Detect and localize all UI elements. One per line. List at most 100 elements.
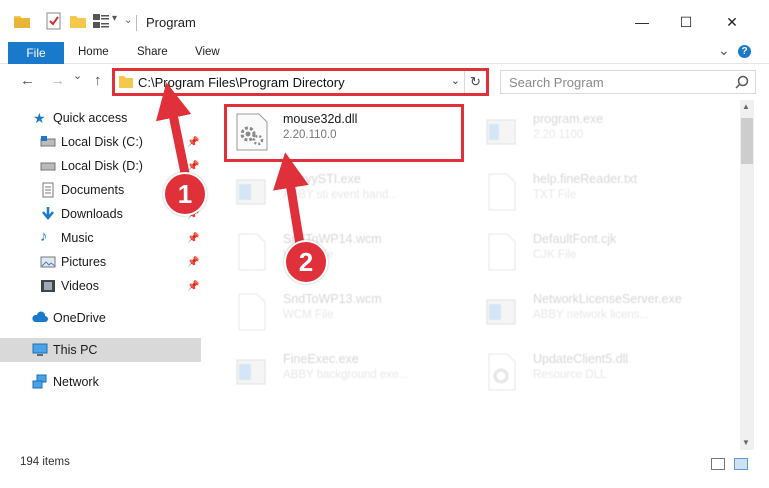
recent-locations-button[interactable]: ⌄: [73, 69, 82, 82]
window-title: Program: [146, 15, 196, 30]
expand-ribbon-icon[interactable]: ⌄: [718, 42, 730, 59]
scroll-down-icon[interactable]: ▼: [742, 438, 750, 447]
nav-label: Documents: [61, 183, 125, 197]
nav-label: Videos: [61, 279, 99, 293]
documents-icon: [42, 182, 54, 198]
step-1-badge: 1: [163, 172, 207, 216]
monitor-icon: [32, 343, 48, 356]
view-options-icon[interactable]: [93, 14, 109, 28]
file-item-program-exe[interactable]: program.exe 2.20.1100: [473, 106, 713, 156]
pin-icon: 📌: [187, 280, 200, 292]
file-name: help.fineReader.txt: [533, 172, 638, 186]
application-icon: [486, 119, 516, 145]
dropdown-arrow-icon[interactable]: ⌄: [124, 15, 132, 26]
pin-icon: 📌: [187, 256, 200, 268]
file-item-updateclient5-dll[interactable]: UpdateClient5.dll Resource DLL: [473, 346, 713, 396]
pictures-icon: [40, 256, 56, 268]
file-type: TXT File: [533, 189, 577, 201]
close-button[interactable]: ✕: [722, 12, 742, 32]
application-icon: [236, 179, 266, 205]
music-note-icon: ♪: [40, 228, 48, 245]
back-button[interactable]: ←: [20, 72, 35, 89]
file-name: SndToWP13.wcm: [283, 292, 382, 306]
pin-icon: 📌: [187, 136, 200, 148]
nav-label: Network: [53, 375, 99, 389]
file-type: CJK File: [533, 249, 577, 261]
tab-view[interactable]: View: [195, 46, 220, 58]
file-type: ABBY network licens...: [533, 309, 650, 321]
network-icon: [32, 374, 47, 389]
nav-item-local-disk-c[interactable]: Local Disk (C:) 📌: [0, 130, 201, 154]
nav-item-onedrive[interactable]: OneDrive: [0, 306, 201, 330]
file-name: FineExec.exe: [283, 352, 359, 366]
nav-label: Downloads: [61, 207, 123, 221]
details-view-icon[interactable]: [711, 458, 725, 470]
nav-item-quick-access[interactable]: ★ Quick access: [0, 106, 201, 130]
file-type: Resource DLL: [533, 369, 607, 381]
nav-label: Local Disk (D:): [61, 159, 143, 173]
file-item-defaultfont-cjk[interactable]: DefaultFont.cjk CJK File: [473, 226, 713, 276]
document-icon: [238, 233, 266, 271]
title-bar: ▾ ⌄ Program — ☐ ✕: [0, 0, 769, 42]
file-item-abbyysti-exe[interactable]: AbbyySTI.exe ABBY sti event hand...: [223, 166, 463, 216]
application-icon: [236, 359, 266, 385]
search-box[interactable]: Search Program: [500, 70, 756, 94]
nav-item-videos[interactable]: Videos 📌: [0, 274, 201, 298]
application-icon: [486, 299, 516, 325]
ribbon-tabs: File Home Share View ⌄ ?: [0, 42, 769, 64]
nav-item-this-pc[interactable]: This PC: [0, 338, 201, 362]
nav-item-pictures[interactable]: Pictures 📌: [0, 250, 201, 274]
file-type: ABBY sti event hand...: [283, 189, 398, 201]
document-icon: [238, 293, 266, 331]
dll-gear-icon: [488, 353, 516, 391]
nav-label: Quick access: [53, 111, 128, 125]
pin-icon: 📌: [187, 160, 200, 172]
nav-label: This PC: [53, 343, 98, 357]
forward-button[interactable]: →: [50, 72, 65, 89]
item-count: 194 items: [20, 456, 70, 468]
address-bar-highlight: [112, 68, 489, 96]
nav-item-music[interactable]: ♪ Music 📌: [0, 226, 201, 250]
document-icon: [488, 233, 516, 271]
file-highlight: [224, 104, 464, 162]
vertical-scrollbar[interactable]: ▲ ▼: [740, 100, 754, 450]
star-icon: ★: [33, 110, 46, 126]
tab-share[interactable]: Share: [137, 46, 168, 58]
new-folder-icon[interactable]: [70, 14, 86, 28]
scrollbar-thumb[interactable]: [741, 118, 753, 164]
tab-home[interactable]: Home: [78, 46, 109, 58]
file-item-fineexec-exe[interactable]: FineExec.exe ABBY background exe...: [223, 346, 463, 396]
help-icon[interactable]: ?: [738, 45, 751, 58]
search-icon[interactable]: [735, 75, 749, 89]
large-icons-view-icon[interactable]: [734, 458, 748, 470]
tab-file[interactable]: File: [8, 42, 64, 64]
file-name: NetworkLicenseServer.exe: [533, 292, 682, 306]
file-version: 2.20.1100: [533, 129, 584, 141]
file-item-networklicenseserver-exe[interactable]: NetworkLicenseServer.exe ABBY network li…: [473, 286, 713, 336]
file-type: ABBY background exe...: [283, 369, 409, 381]
minimize-button[interactable]: —: [632, 12, 652, 32]
maximize-button[interactable]: ☐: [676, 12, 696, 32]
document-icon: [488, 173, 516, 211]
file-item-sndtowp14-wcm[interactable]: SndToWP14.wcm WCM File: [223, 226, 463, 276]
nav-label: Music: [61, 231, 94, 245]
customize-toolbar-icon[interactable]: ▾: [112, 13, 117, 24]
navigation-pane: ★ Quick access Local Disk (C:) 📌 Local D…: [0, 100, 202, 450]
file-name: program.exe: [533, 112, 604, 126]
nav-item-local-disk-d[interactable]: Local Disk (D:) 📌: [0, 154, 201, 178]
file-type: WCM File: [283, 309, 334, 321]
nav-item-network[interactable]: Network: [0, 370, 201, 394]
scroll-up-icon[interactable]: ▲: [742, 102, 750, 111]
file-item-sndtowp13-wcm[interactable]: SndToWP13.wcm WCM File: [223, 286, 463, 336]
file-item-help-txt[interactable]: help.fineReader.txt TXT File: [473, 166, 713, 216]
step-2-badge: 2: [284, 240, 328, 284]
properties-icon[interactable]: [46, 12, 62, 30]
nav-label: OneDrive: [53, 311, 106, 325]
folder-icon: [14, 16, 30, 28]
nav-label: Pictures: [61, 255, 107, 269]
file-name: AbbyySTI.exe: [283, 172, 361, 186]
up-button[interactable]: ↑: [94, 72, 102, 89]
search-placeholder[interactable]: Search Program: [509, 75, 604, 90]
drive-icon: [40, 162, 56, 171]
nav-label: Local Disk (C:): [61, 135, 143, 149]
